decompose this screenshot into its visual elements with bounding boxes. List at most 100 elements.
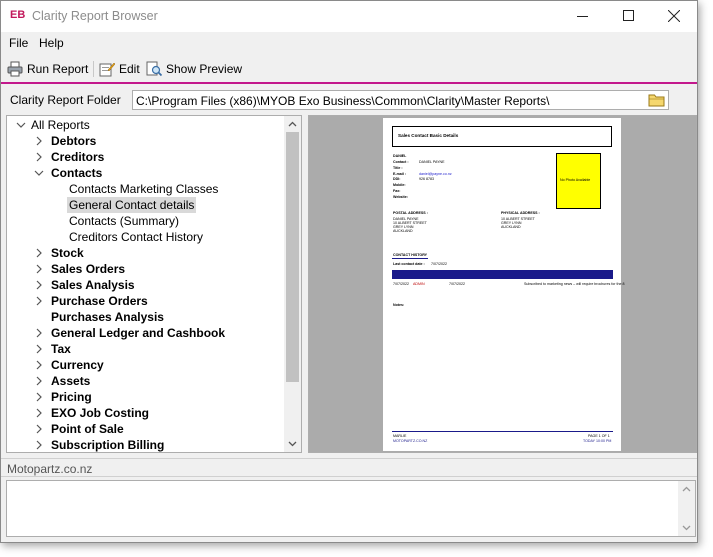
tree-category-item[interactable]: Stock bbox=[51, 245, 84, 261]
history-underline bbox=[392, 258, 428, 259]
report-tree[interactable]: All Reports Debtors Creditors Contacts Cont… bbox=[6, 115, 302, 453]
mobile-label: Mobile: bbox=[393, 183, 406, 187]
folder-label: Clarity Report Folder bbox=[10, 93, 121, 107]
postal-line: AUCKLAND bbox=[393, 229, 413, 233]
tree-category-item[interactable]: Contacts bbox=[51, 165, 102, 181]
fax-label: Fax: bbox=[393, 189, 401, 193]
tree-report-item[interactable]: Creditors Contact History bbox=[69, 229, 203, 245]
maximize-button[interactable] bbox=[605, 1, 651, 31]
minimize-icon bbox=[577, 16, 588, 17]
history-header-bar bbox=[392, 270, 613, 279]
maximize-icon bbox=[623, 10, 634, 21]
footer-left-1: MARLIE bbox=[393, 434, 407, 438]
menu-bar: File Help bbox=[1, 32, 697, 54]
folder-icon[interactable] bbox=[648, 92, 666, 108]
postal-label: POSTAL ADDRESS : bbox=[393, 211, 428, 215]
tree-category-item[interactable]: Assets bbox=[51, 373, 90, 389]
show-preview-button[interactable]: Show Preview bbox=[146, 59, 242, 79]
tree-category-item[interactable]: Currency bbox=[51, 357, 104, 373]
run-report-label: Run Report bbox=[27, 62, 89, 76]
title-bar: EB Clarity Report Browser bbox=[1, 1, 697, 32]
report-title-box: Sales Contact Basic Details bbox=[392, 126, 612, 147]
history-row-user: ADMIN bbox=[413, 282, 425, 286]
chevron-right-icon[interactable] bbox=[34, 264, 44, 274]
scroll-up-icon[interactable] bbox=[682, 485, 691, 494]
chevron-right-icon[interactable] bbox=[34, 376, 44, 386]
tree-category-item[interactable]: Debtors bbox=[51, 133, 96, 149]
tree-category-item[interactable]: Purchases Analysis bbox=[51, 309, 164, 325]
chevron-right-icon[interactable] bbox=[34, 392, 44, 402]
tree-report-item[interactable]: Contacts Marketing Classes bbox=[69, 181, 218, 197]
chevron-down-icon[interactable] bbox=[34, 168, 44, 178]
chevron-right-icon[interactable] bbox=[34, 440, 44, 450]
folder-path-field[interactable]: C:\Program Files (x86)\MYOB Exo Business… bbox=[132, 90, 669, 110]
footer-rule bbox=[392, 431, 613, 432]
title-label: Title : bbox=[393, 166, 403, 170]
contact-name: DANIEL bbox=[393, 154, 407, 158]
last-contact-value: 7/07/2022 bbox=[431, 262, 447, 266]
tree-report-item[interactable]: General Contact details bbox=[67, 197, 197, 213]
ddi-label: DDI: bbox=[393, 177, 401, 181]
footer-right-1: PAGE 1 OF 1 bbox=[588, 434, 610, 438]
chevron-right-icon[interactable] bbox=[34, 248, 44, 258]
tree-category-item[interactable]: EXO Job Costing bbox=[51, 405, 149, 421]
minimize-button[interactable] bbox=[559, 1, 605, 31]
tree-category-item[interactable]: Point of Sale bbox=[51, 421, 124, 437]
tree-root[interactable]: All Reports bbox=[31, 117, 90, 133]
chevron-right-icon[interactable] bbox=[34, 344, 44, 354]
close-icon bbox=[668, 10, 680, 22]
edit-icon bbox=[99, 62, 115, 77]
tree-category-item[interactable]: Pricing bbox=[51, 389, 92, 405]
printer-icon bbox=[7, 61, 23, 77]
tree-category-item[interactable]: Purchase Orders bbox=[51, 293, 148, 309]
run-report-button[interactable]: Run Report bbox=[7, 59, 88, 79]
main-window: EB Clarity Report Browser File Help Run … bbox=[0, 0, 698, 543]
chevron-right-icon[interactable] bbox=[34, 424, 44, 434]
history-row-date-2: 7/07/2022 bbox=[449, 282, 465, 286]
contact-value: DANIEL PAYNE bbox=[419, 160, 445, 164]
email-label: E-mail : bbox=[393, 172, 406, 176]
scrollbar-thumb[interactable] bbox=[286, 132, 299, 382]
physical-label: PHYSICAL ADDRESS : bbox=[501, 211, 540, 215]
history-label: CONTACT HISTORY bbox=[393, 253, 428, 257]
chevron-right-icon[interactable] bbox=[34, 328, 44, 338]
tree-category-item[interactable]: Sales Analysis bbox=[51, 277, 135, 293]
menu-help[interactable]: Help bbox=[39, 36, 64, 50]
tree-category-item[interactable]: Subscription Billing bbox=[51, 437, 164, 452]
photo-text: No Photo Available bbox=[560, 178, 591, 182]
physical-line: AUCKLAND bbox=[501, 225, 521, 229]
chevron-right-icon[interactable] bbox=[34, 408, 44, 418]
report-preview-panel: Sales Contact Basic Details DANIEL Conta… bbox=[308, 115, 697, 453]
scroll-down-icon[interactable] bbox=[682, 523, 691, 532]
toolbar: Run Report Edit Show Preview bbox=[1, 56, 697, 81]
scroll-down-icon[interactable] bbox=[288, 439, 297, 448]
chevron-right-icon[interactable] bbox=[34, 296, 44, 306]
tree-report-item[interactable]: Contacts (Summary) bbox=[69, 213, 179, 229]
accent-divider bbox=[1, 82, 697, 84]
history-row-note: Subscribed to marketing news – will requ… bbox=[524, 282, 625, 286]
last-contact-label: Last contact date : bbox=[393, 262, 425, 266]
chevron-right-icon[interactable] bbox=[34, 152, 44, 162]
ddi-value: 926 8783 bbox=[419, 177, 434, 181]
website-label: Website: bbox=[393, 195, 408, 199]
email-value: daniel@payne.co.nz bbox=[419, 172, 452, 176]
chevron-down-icon[interactable] bbox=[16, 120, 26, 130]
scroll-up-icon[interactable] bbox=[288, 120, 297, 129]
tree-category-item[interactable]: Creditors bbox=[51, 149, 104, 165]
footer-left-2: MOTOPARTZ.CO.NZ bbox=[393, 439, 428, 443]
tree-category-item[interactable]: General Ledger and Cashbook bbox=[51, 325, 225, 341]
log-scrollbar[interactable] bbox=[678, 481, 695, 536]
edit-button[interactable]: Edit bbox=[99, 59, 140, 79]
chevron-right-icon[interactable] bbox=[34, 280, 44, 290]
close-button[interactable] bbox=[651, 1, 697, 31]
app-logo: EB bbox=[10, 9, 26, 21]
message-log[interactable] bbox=[6, 480, 696, 537]
menu-file[interactable]: File bbox=[9, 36, 28, 50]
tree-category-item[interactable]: Sales Orders bbox=[51, 261, 125, 277]
chevron-right-icon[interactable] bbox=[34, 360, 44, 370]
tree-scrollbar[interactable] bbox=[284, 116, 301, 452]
tree-category-item[interactable]: Tax bbox=[51, 341, 71, 357]
chevron-right-icon[interactable] bbox=[34, 136, 44, 146]
contact-photo-placeholder: No Photo Available bbox=[556, 153, 601, 209]
edit-label: Edit bbox=[119, 62, 140, 76]
